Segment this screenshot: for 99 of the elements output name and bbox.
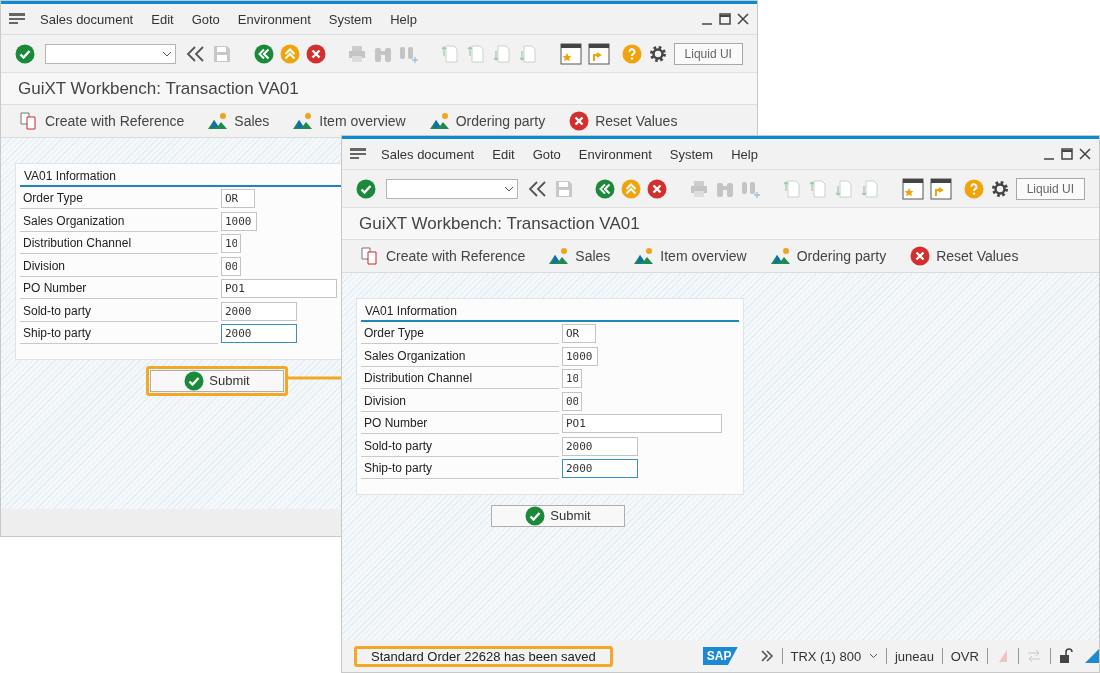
input-field[interactable]: 2000	[562, 436, 638, 456]
window-title: GuiXT Workbench: Transaction VA01	[1, 72, 757, 105]
status-message: Standard Order 22628 has been saved	[370, 647, 597, 666]
user-name: juneau	[894, 648, 934, 664]
input-field[interactable]: PO1	[221, 279, 337, 298]
maximize-icon[interactable]	[719, 13, 731, 25]
back-icon[interactable]	[253, 43, 274, 64]
back-icon[interactable]	[595, 178, 616, 199]
menu-item[interactable]: System	[660, 146, 723, 162]
menu-item[interactable]: Sales document	[372, 146, 484, 162]
copy-document-icon	[19, 111, 39, 131]
cancel-icon[interactable]	[305, 43, 326, 64]
logo: SAP	[702, 647, 738, 665]
toolbar-button[interactable]: Reset Values	[569, 111, 678, 131]
menu-item[interactable]: Edit	[483, 146, 524, 162]
settings-icon[interactable]	[989, 178, 1010, 199]
field-label: Distribution Channel	[20, 233, 218, 254]
menu-item[interactable]: Help	[722, 146, 767, 162]
input-field[interactable]: 1000	[221, 211, 257, 231]
check-icon[interactable]	[525, 505, 546, 526]
toolbar-button[interactable]: Sales	[208, 112, 270, 130]
input-field[interactable]: 2000	[221, 324, 297, 343]
menu-item[interactable]: Goto	[523, 146, 570, 162]
field-label: Order Type	[361, 323, 559, 344]
field-label: Sold-to party	[20, 300, 218, 322]
input-field[interactable]: 00	[221, 256, 241, 276]
field-label: Division	[361, 390, 559, 412]
field-label: PO Number	[20, 278, 218, 299]
menu-item[interactable]: Environment	[228, 11, 320, 27]
unlock-icon[interactable]	[1059, 648, 1073, 664]
liquid-ui-button[interactable]: Liquid UI	[673, 42, 743, 65]
toolbar-button[interactable]: Reset Values	[910, 246, 1019, 266]
copy-document-icon	[360, 246, 380, 266]
chevron-down-icon	[504, 185, 514, 192]
input-field[interactable]: 2000	[562, 459, 638, 478]
menu-item[interactable]: Goto	[182, 11, 229, 27]
menu-item[interactable]: System	[319, 11, 382, 27]
field-label: Distribution Channel	[361, 368, 559, 389]
command-field[interactable]	[386, 178, 518, 199]
toolbar-button[interactable]: Ordering party	[429, 112, 546, 130]
field-label: Sales Organization	[361, 345, 559, 367]
system-dropdown[interactable]: TRX (1) 800	[790, 648, 879, 664]
group-title: VA01 Information	[361, 303, 739, 322]
input-field[interactable]: 1000	[562, 346, 598, 366]
cancel-icon[interactable]	[910, 246, 931, 266]
menu-icon[interactable]	[350, 148, 366, 160]
field-label: Sold-to party	[361, 435, 559, 457]
mountain-icon	[770, 247, 791, 265]
menu-item[interactable]: Sales document	[31, 11, 143, 27]
input-field[interactable]: 10	[562, 369, 582, 388]
menu-icon[interactable]	[9, 13, 25, 25]
toolbar-button[interactable]: Create with Reference	[19, 111, 185, 131]
chevron-down-icon	[162, 50, 173, 57]
close-icon[interactable]	[1079, 148, 1091, 160]
window-title: GuiXT Workbench: Transaction VA01	[342, 207, 1099, 240]
input-field[interactable]: 2000	[221, 301, 297, 321]
settings-icon[interactable]	[647, 43, 668, 64]
field-label: Ship-to party	[361, 458, 559, 479]
input-field[interactable]: 00	[562, 391, 582, 411]
field-label: PO Number	[361, 413, 559, 434]
toolbar-button[interactable]: Item overview	[634, 247, 747, 265]
command-field[interactable]	[45, 43, 177, 64]
mountain-icon	[549, 247, 570, 265]
input-field[interactable]: PO1	[562, 414, 722, 433]
resize-corner-icon	[1085, 649, 1099, 663]
toolbar-button[interactable]: Item overview	[293, 112, 406, 130]
field-label: Division	[20, 255, 218, 277]
submit-button[interactable]: Submit	[491, 504, 625, 527]
swap-arrows-icon	[1026, 649, 1043, 663]
menu-item[interactable]: Help	[381, 11, 426, 27]
submit-button[interactable]: Submit	[150, 369, 284, 392]
check-icon[interactable]	[356, 178, 376, 199]
mountain-icon	[634, 247, 655, 265]
mountain-icon	[293, 112, 314, 130]
liquid-ui-button[interactable]: Liquid UI	[1015, 177, 1085, 200]
toolbar-button[interactable]: Sales	[549, 247, 611, 265]
input-mode: OVR	[950, 648, 979, 664]
input-field[interactable]: OR	[221, 189, 255, 208]
menu-item[interactable]: Edit	[142, 11, 183, 27]
maximize-icon[interactable]	[1061, 148, 1073, 160]
cancel-icon[interactable]	[569, 111, 590, 131]
check-icon[interactable]	[15, 43, 35, 64]
field-label: Ship-to party	[20, 323, 218, 344]
double-chevron-left-icon[interactable]	[528, 178, 548, 199]
toolbar-button[interactable]: Ordering party	[770, 247, 887, 265]
cancel-icon[interactable]	[647, 178, 668, 199]
check-icon[interactable]	[184, 370, 205, 391]
double-chevron-right-icon[interactable]	[759, 649, 774, 663]
field-label: Sales Organization	[20, 210, 218, 232]
mountain-icon	[429, 112, 450, 130]
mountain-icon	[208, 112, 229, 130]
double-chevron-left-icon[interactable]	[186, 43, 207, 64]
input-field[interactable]: OR	[562, 324, 596, 343]
field-label: Order Type	[20, 188, 218, 209]
chevron-down-icon	[869, 653, 879, 659]
toolbar-button[interactable]: Create with Reference	[360, 246, 526, 266]
input-field[interactable]: 10	[221, 234, 241, 253]
close-icon[interactable]	[737, 13, 749, 25]
menu-item[interactable]: Environment	[569, 146, 661, 162]
